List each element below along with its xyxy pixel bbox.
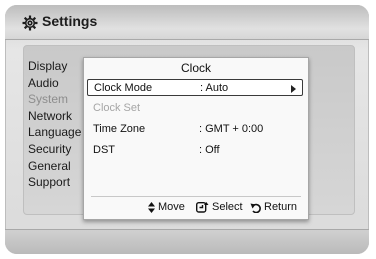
side-item-display[interactable]: Display — [28, 58, 81, 75]
side-item-general[interactable]: General — [28, 158, 81, 175]
dst-label: DST — [93, 144, 115, 156]
hint-move-label: Move — [158, 201, 185, 213]
hint-return-label: Return — [264, 201, 298, 213]
page-title: Settings — [42, 13, 98, 29]
time-zone-value: : GMT + 0:00 — [199, 123, 264, 135]
row-clock-set: Clock Set — [87, 100, 303, 117]
clock-mode-value: : Auto — [200, 82, 229, 94]
time-zone-label: Time Zone — [93, 123, 146, 135]
clock-set-label: Clock Set — [93, 102, 141, 114]
divider — [91, 196, 301, 197]
up-down-arrows-icon — [148, 201, 155, 213]
tv-screen: Settings Display Audio System Network La… — [5, 5, 369, 254]
enter-icon — [196, 201, 209, 213]
clock-mode-label: Clock Mode — [94, 82, 153, 94]
side-item-language[interactable]: Language — [28, 124, 81, 141]
button-hints: Move Select Return — [84, 201, 308, 215]
row-dst[interactable]: DST : Off — [87, 142, 303, 159]
clock-dialog: Clock Clock Mode : Auto Clock Set Time Z… — [83, 57, 309, 220]
hint-return: Return — [250, 201, 297, 213]
side-item-audio[interactable]: Audio — [28, 75, 81, 92]
hint-select: Select — [196, 201, 243, 213]
dst-value: : Off — [199, 144, 220, 156]
side-item-network[interactable]: Network — [28, 108, 81, 125]
row-clock-mode[interactable]: Clock Mode : Auto — [87, 79, 303, 96]
gear-icon — [22, 15, 38, 31]
footer-bar — [5, 229, 369, 254]
dialog-title: Clock — [180, 61, 211, 75]
settings-side-menu: Display Audio System Network Language Se… — [28, 58, 81, 191]
row-time-zone[interactable]: Time Zone : GMT + 0:00 — [87, 121, 303, 138]
side-item-support[interactable]: Support — [28, 174, 81, 191]
return-arrow-icon — [250, 203, 261, 213]
hint-select-label: Select — [212, 201, 243, 213]
header-bar: Settings — [5, 5, 369, 40]
hint-move: Move — [148, 201, 185, 213]
side-item-system[interactable]: System — [28, 91, 81, 108]
chevron-right-icon — [291, 85, 296, 93]
side-item-security[interactable]: Security — [28, 141, 81, 158]
